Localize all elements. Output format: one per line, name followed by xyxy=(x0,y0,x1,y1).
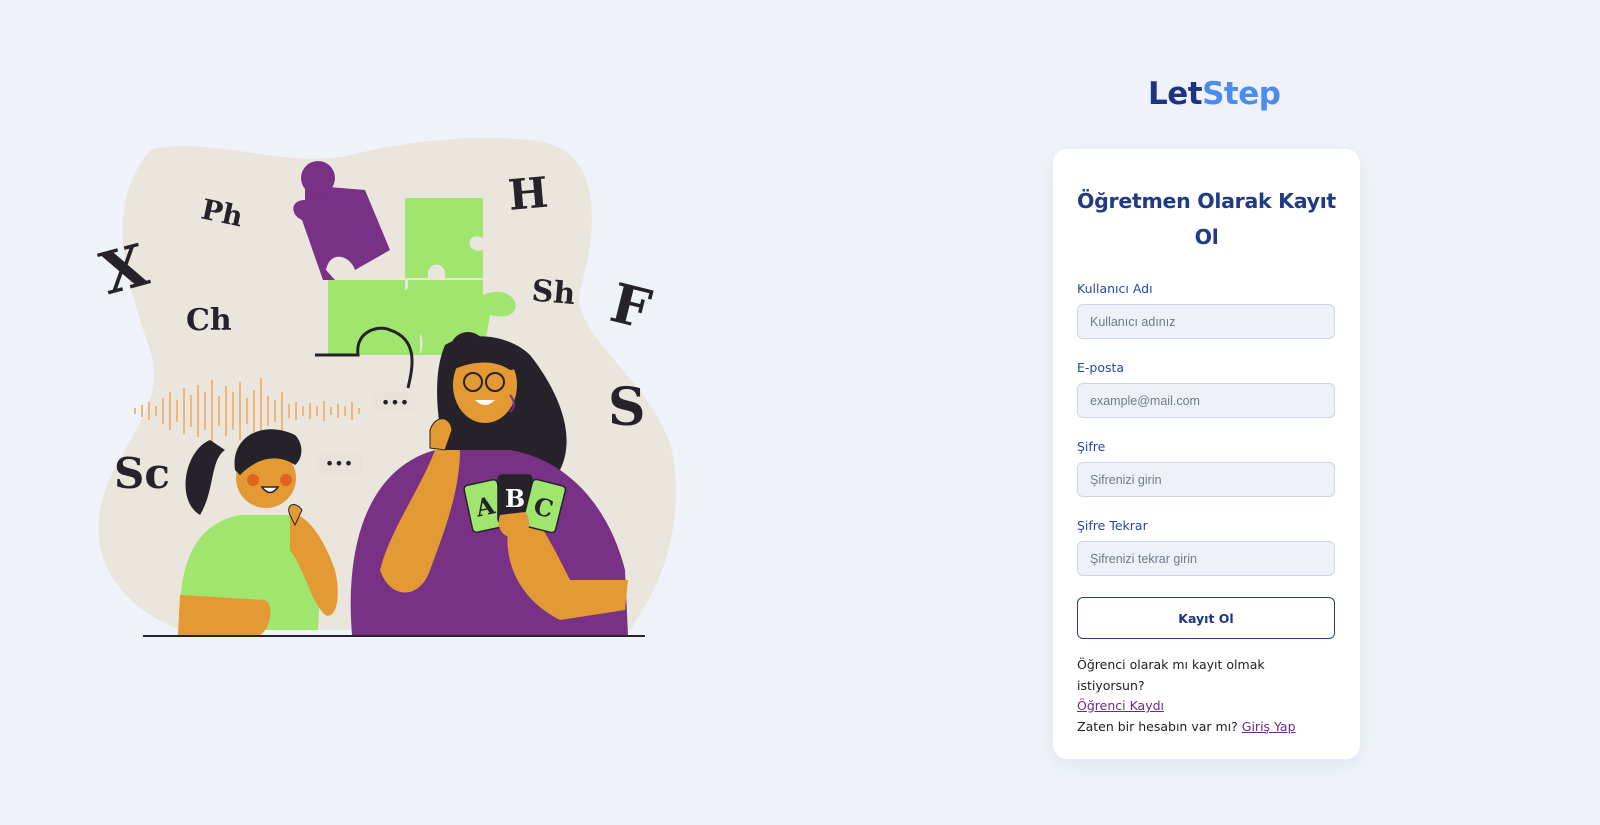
hero-illustration: ••• ••• X Ph Ch H Sh F S Sc A B C xyxy=(90,130,700,660)
student-register-link-row: Öğrenci Kaydı xyxy=(1077,696,1336,717)
password-input[interactable] xyxy=(1077,462,1335,497)
green-puzzle-piece-top xyxy=(405,198,483,278)
letter-h: H xyxy=(506,168,550,220)
letter-s: S xyxy=(608,377,646,438)
register-button[interactable]: Kayıt Ol xyxy=(1077,597,1335,639)
student-register-link[interactable]: Öğrenci Kaydı xyxy=(1077,698,1164,713)
form-title: Öğretmen Olarak Kayıt Ol xyxy=(1077,189,1336,249)
child-arm-left xyxy=(178,595,271,635)
email-field-group: E-posta xyxy=(1077,360,1336,418)
letter-f: F xyxy=(604,270,657,341)
login-link[interactable]: Giriş Yap xyxy=(1242,719,1296,734)
abc-cards: A B C xyxy=(463,474,567,539)
username-input[interactable] xyxy=(1077,304,1335,339)
username-label: Kullanıcı Adı xyxy=(1077,281,1153,296)
password-confirm-input[interactable] xyxy=(1077,541,1335,576)
register-card: Öğretmen Olarak Kayıt Ol Kullanıcı Adı E… xyxy=(1053,149,1360,759)
card-b-letter: B xyxy=(505,484,525,513)
password-field-group: Şifre xyxy=(1077,439,1336,497)
letter-sc: Sc xyxy=(114,449,170,498)
letter-ch: Ch xyxy=(186,303,232,338)
auth-links: Öğrenci olarak mı kayıt olmak istiyorsun… xyxy=(1077,655,1336,737)
brand-logo-part1: Let xyxy=(1148,76,1203,112)
login-prompt: Zaten bir hesabın var mı? Giriş Yap xyxy=(1077,717,1336,738)
purple-puzzle-knob xyxy=(301,161,335,195)
child-cheek-left xyxy=(247,474,259,486)
student-register-prompt: Öğrenci olarak mı kayıt olmak istiyorsun… xyxy=(1077,655,1336,696)
speech-bubble-1-dots: ••• xyxy=(381,393,409,412)
email-label: E-posta xyxy=(1077,360,1125,375)
email-input[interactable] xyxy=(1077,383,1335,418)
speech-bubble-2-dots: ••• xyxy=(325,454,353,473)
child-cheek-right xyxy=(280,474,292,486)
register-form: Kullanıcı Adı E-posta Şifre Şifre Tekrar… xyxy=(1077,281,1336,639)
username-field-group: Kullanıcı Adı xyxy=(1077,281,1336,339)
password-label: Şifre xyxy=(1077,439,1106,454)
brand-logo-part2: Step xyxy=(1202,76,1281,112)
brand-logo: LetStep xyxy=(1148,76,1281,112)
password-confirm-field-group: Şifre Tekrar xyxy=(1077,518,1336,576)
letter-sh: Sh xyxy=(530,273,577,312)
password-confirm-label: Şifre Tekrar xyxy=(1077,518,1148,533)
login-question-text: Zaten bir hesabın var mı? xyxy=(1077,718,1238,734)
student-question-text: Öğrenci olarak mı kayıt olmak istiyorsun… xyxy=(1077,657,1265,693)
teacher-student-illustration: ••• ••• X Ph Ch H Sh F S Sc A B C xyxy=(94,137,676,637)
